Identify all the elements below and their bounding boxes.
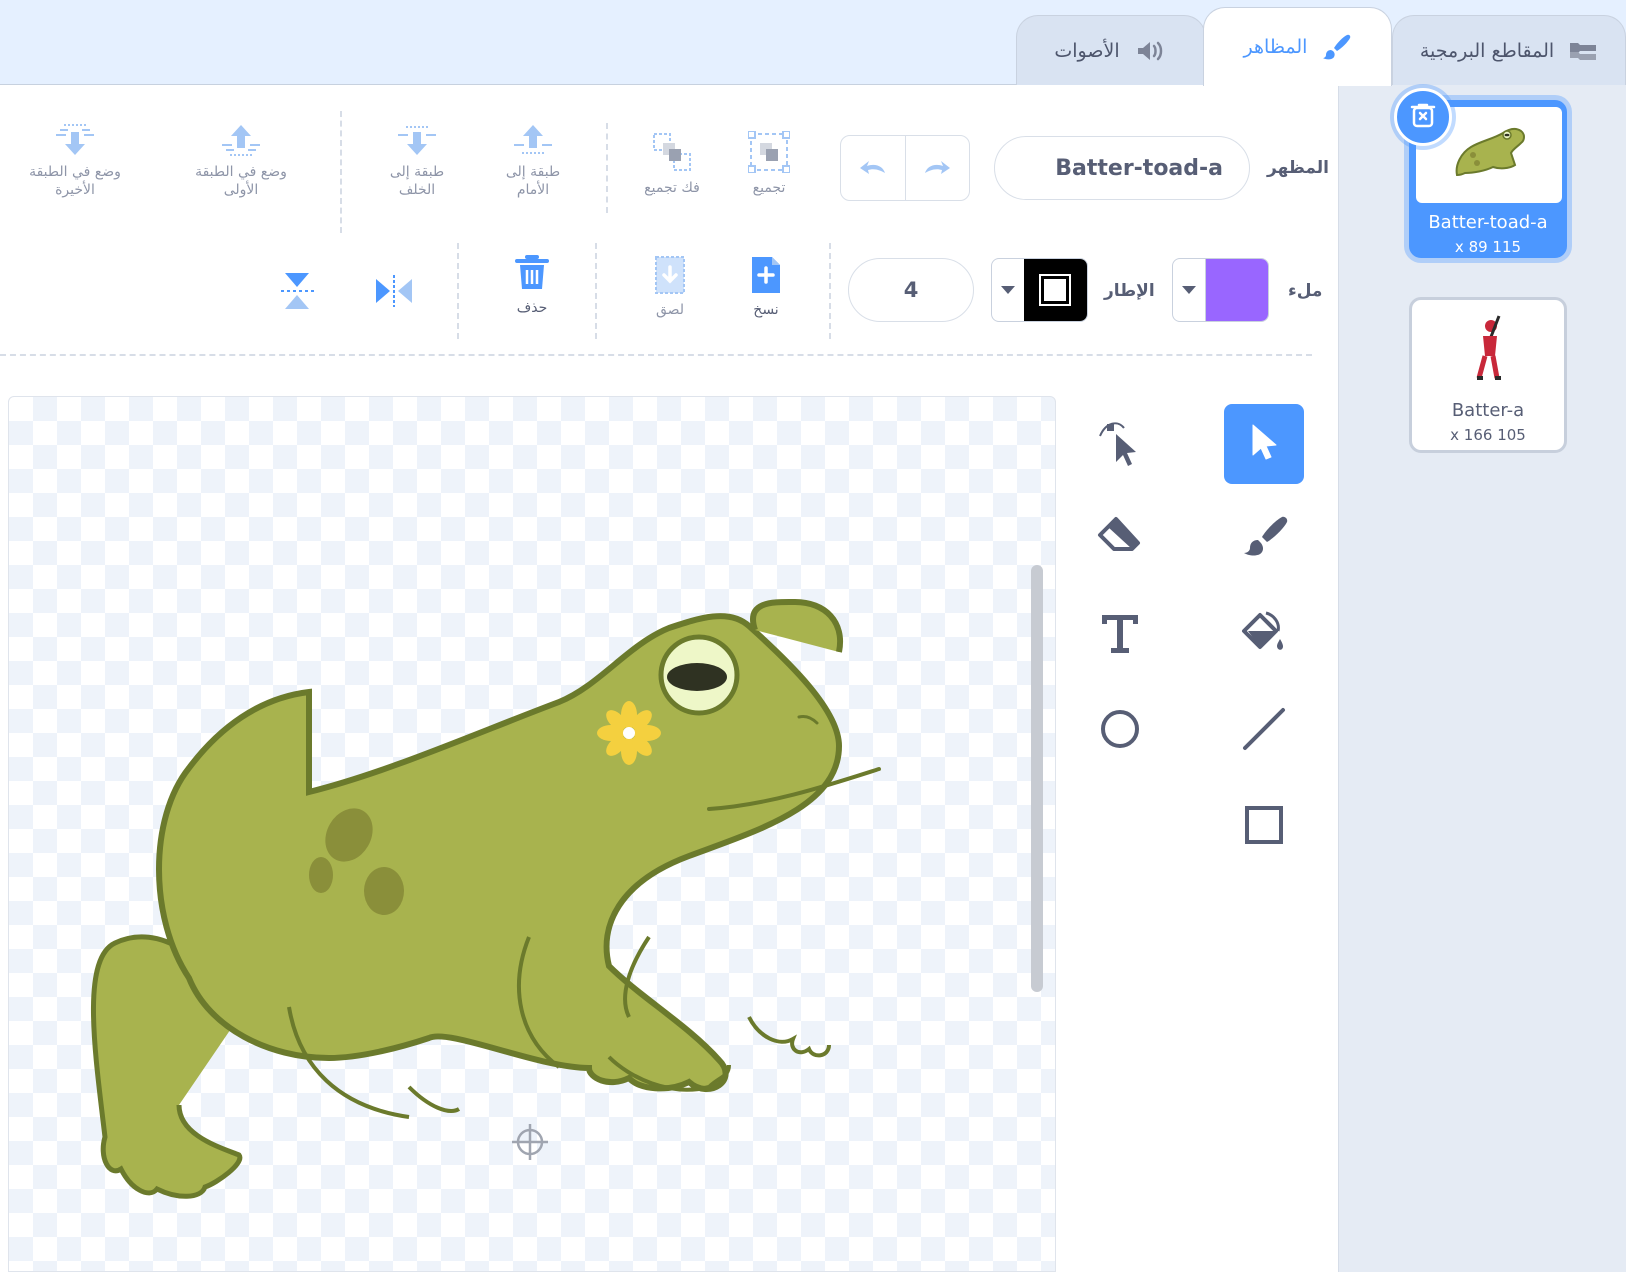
layer-front-button[interactable]: وضع في الطبقة الأولى — [186, 123, 296, 199]
costume-item-2[interactable]: 2 Batter-a x 166 105 — [1409, 297, 1567, 453]
redo-button[interactable] — [904, 136, 970, 200]
flip-vertical-button[interactable] — [276, 271, 320, 311]
costume-name-input[interactable] — [994, 136, 1250, 200]
editor-tab-bar: المقاطع البرمجية المظاهر الأصوات — [0, 0, 1626, 86]
layer-forward-label: طبقة إلى الأمام — [505, 164, 561, 199]
undo-icon — [856, 155, 890, 181]
paintbrush-icon — [1321, 32, 1351, 62]
arrow-up-front-icon — [220, 123, 262, 157]
drawing-canvas[interactable] — [8, 396, 1056, 1272]
fill-label: ملء — [1288, 281, 1323, 301]
circle-icon — [1099, 708, 1141, 754]
brush-tool[interactable] — [1224, 499, 1304, 579]
chevron-down-icon — [992, 259, 1024, 321]
toad-drawing — [90, 598, 881, 1199]
layer-forward-button[interactable]: طبقة إلى الأمام — [500, 123, 566, 199]
reshape-tool[interactable] — [1080, 404, 1160, 484]
ungroup-label: فك تجميع — [644, 180, 700, 196]
redo-icon — [920, 155, 954, 181]
copy-label: نسخ — [753, 302, 779, 318]
select-icon — [1249, 422, 1279, 466]
undo-redo-group — [840, 135, 970, 201]
tab-code-label: المقاطع البرمجية — [1419, 40, 1555, 62]
group-icon — [748, 131, 790, 173]
toolbar-divider — [595, 243, 597, 339]
fill-tool[interactable] — [1224, 595, 1304, 675]
group-button[interactable]: تجميع — [740, 131, 798, 197]
arrow-down-layer-icon — [396, 123, 438, 157]
ungroup-icon — [651, 131, 693, 173]
rectangle-tool[interactable] — [1224, 787, 1304, 867]
toolbar-divider — [340, 111, 342, 233]
line-tool[interactable] — [1224, 691, 1304, 771]
select-tool[interactable] — [1224, 404, 1304, 484]
tab-sounds[interactable]: الأصوات — [1016, 15, 1206, 86]
layer-back-button[interactable]: وضع في الطبقة الأخيرة — [18, 123, 132, 199]
circle-tool[interactable] — [1080, 691, 1160, 771]
costume-name: Batter-a — [1451, 400, 1525, 421]
layer-backward-button[interactable]: طبقة إلى الخلف — [384, 123, 450, 199]
paste-button[interactable]: لصق — [650, 255, 690, 319]
speaker-icon — [1134, 38, 1168, 64]
costume-thumbnail — [1416, 304, 1560, 394]
text-icon — [1098, 611, 1142, 659]
flip-horizontal-icon — [374, 273, 414, 309]
fill-color-picker[interactable] — [1172, 258, 1269, 322]
delete-button[interactable]: حذف — [510, 253, 554, 317]
toolbar-divider — [829, 243, 831, 339]
copy-icon — [750, 255, 782, 295]
toolbar-divider — [606, 123, 608, 213]
chevron-down-icon — [1173, 259, 1205, 321]
outline-swatch — [1023, 259, 1087, 321]
eraser-icon — [1096, 515, 1144, 563]
fill-swatch — [1204, 259, 1268, 321]
delete-costume-button[interactable] — [1394, 88, 1452, 146]
outline-label: الإطار — [1104, 281, 1155, 301]
ungroup-button[interactable]: فك تجميع — [636, 131, 708, 197]
toolbar-divider — [457, 243, 459, 339]
eraser-tool[interactable] — [1080, 499, 1160, 579]
reshape-icon — [1096, 416, 1144, 472]
copy-button[interactable]: نسخ — [746, 255, 786, 319]
layer-front-label: وضع في الطبقة الأولى — [195, 164, 287, 199]
costume-size: x 89 115 — [1454, 238, 1522, 256]
outline-size-input[interactable] — [848, 258, 974, 322]
tab-costumes-label: المظاهر — [1243, 36, 1308, 58]
costume-list: 1 Batter-toad-a x 89 115 2 — [1338, 85, 1626, 1272]
tab-costumes[interactable]: المظاهر — [1203, 7, 1392, 86]
costume-size: x 166 105 — [1450, 426, 1526, 444]
code-blocks-icon — [1568, 40, 1598, 62]
text-tool[interactable] — [1080, 595, 1160, 675]
fill-bucket-icon — [1240, 609, 1288, 661]
delete-label: حذف — [516, 300, 548, 316]
toolbar-bottom-divider — [0, 354, 1312, 356]
group-label: تجميع — [752, 180, 786, 196]
layer-backward-label: طبقة إلى الخلف — [389, 164, 445, 199]
brush-icon — [1240, 513, 1288, 565]
arrow-up-layer-icon — [512, 123, 554, 157]
costume-name-label: المظهر — [1267, 158, 1329, 178]
paste-icon — [654, 255, 686, 295]
undo-button[interactable] — [841, 136, 905, 200]
tab-sounds-label: الأصوات — [1054, 40, 1120, 62]
trash-x-icon — [1410, 101, 1436, 133]
arrow-down-back-icon — [54, 123, 96, 157]
tab-code[interactable]: المقاطع البرمجية — [1392, 15, 1626, 86]
line-icon — [1241, 706, 1287, 756]
layer-back-label: وضع في الطبقة الأخيرة — [29, 164, 121, 199]
costume-name: Batter-toad-a — [1428, 212, 1548, 233]
trash-icon — [514, 253, 550, 293]
flip-vertical-icon — [279, 271, 317, 311]
flip-horizontal-button[interactable] — [372, 273, 416, 309]
canvas-scrollbar[interactable] — [1031, 565, 1043, 992]
paste-label: لصق — [655, 302, 685, 318]
outline-color-picker[interactable] — [991, 258, 1088, 322]
paint-editor: المظهر تجميع فك تجميع طبقة إلى الأمام — [0, 85, 1338, 1272]
rectangle-icon — [1244, 805, 1284, 849]
